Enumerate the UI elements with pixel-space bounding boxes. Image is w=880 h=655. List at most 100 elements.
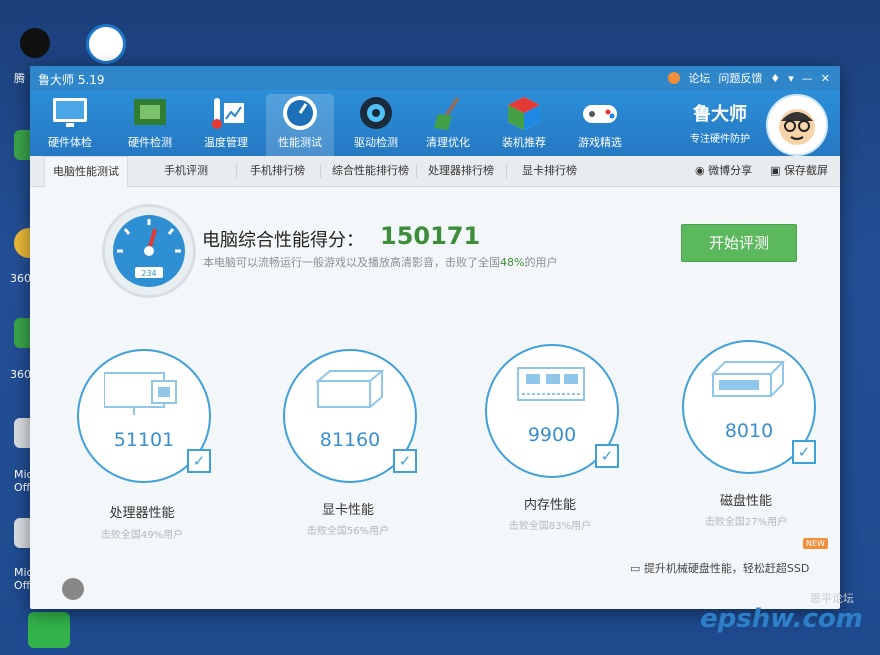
- tool-label: 性能测试: [278, 136, 322, 149]
- hdd-icon: ▭: [630, 562, 644, 575]
- save-screenshot-label: 保存截屏: [784, 164, 828, 177]
- checkmark-icon: ✓: [792, 440, 816, 464]
- tool-label: 清理优化: [426, 136, 470, 149]
- gauge-icon: 234: [113, 215, 185, 287]
- score-sub-suffix: 的用户: [524, 256, 558, 269]
- monitor-icon: [50, 94, 90, 132]
- tool-label: 驱动检测: [354, 136, 398, 149]
- qq-desktop-icon[interactable]: [20, 28, 50, 58]
- ssd-promo-link[interactable]: ▭ 提升机械硬盘性能，轻松赶超SSD: [630, 560, 809, 576]
- main-toolbar: 硬件体检 硬件检测 温度管理 性能测试 驱动检测 清理优化 装机推荐 游戏精选 …: [30, 90, 840, 156]
- share-area: ◉ 微博分享 ▣ 保存截屏: [695, 162, 828, 178]
- tool-games[interactable]: 游戏精选: [566, 94, 634, 156]
- disk-icon: [710, 361, 786, 397]
- tool-label: 温度管理: [204, 136, 248, 149]
- title-bar: 鲁大师 5.19 论坛 问题反馈 ♦ ▾ — ✕: [30, 66, 840, 90]
- watermark-small: 恩平论坛: [810, 592, 854, 605]
- tab-overall-rank[interactable]: 综合性能排行榜: [324, 162, 417, 178]
- memory-score: 9900: [527, 424, 577, 446]
- memory-icon: [517, 367, 585, 401]
- checkmark-icon: ✓: [393, 449, 417, 473]
- circuit-board-icon: [130, 94, 170, 132]
- score-value: 150171: [380, 222, 481, 250]
- tab-separator: [320, 164, 321, 178]
- disk-sub: 击败全国27%用户: [704, 517, 788, 528]
- checkmark-icon: ✓: [187, 449, 211, 473]
- broom-icon: [428, 94, 468, 132]
- desktop-label: 腾: [14, 72, 25, 85]
- disk-score: 8010: [724, 420, 774, 442]
- tool-performance[interactable]: 性能测试: [266, 94, 334, 156]
- tool-hardware-detect[interactable]: 硬件检测: [116, 94, 184, 156]
- graphics-card[interactable]: 81160 ✓: [283, 349, 417, 483]
- speedometer-icon: [280, 94, 320, 132]
- tab-separator: [416, 164, 417, 178]
- brand-name: 鲁大师: [693, 104, 747, 125]
- tool-label: 硬件检测: [128, 136, 172, 149]
- tab-separator: [506, 164, 507, 178]
- memory-sub: 击败全国83%用户: [508, 521, 592, 532]
- graphics-label: 显卡性能: [321, 503, 374, 518]
- graphics-icon: [315, 370, 385, 408]
- weibo-share[interactable]: ◉ 微博分享: [695, 162, 752, 178]
- ssd-promo-text: 提升机械硬盘性能，轻松赶超SSD: [643, 562, 810, 575]
- tab-phone-review[interactable]: 手机评测: [156, 162, 216, 178]
- score-sub-prefix: 本电脑可以流畅运行一般游戏以及播放高清影音，击败了全国: [203, 256, 500, 269]
- memory-label: 内存性能: [523, 498, 576, 513]
- tool-cleanup[interactable]: 清理优化: [414, 94, 482, 156]
- forum-icon[interactable]: [668, 72, 681, 84]
- skin-icon[interactable]: ♦: [770, 72, 780, 85]
- settings-round-icon[interactable]: [62, 578, 84, 600]
- disk-label: 磁盘性能: [719, 494, 772, 509]
- gear-icon: [356, 94, 396, 132]
- tool-label: 游戏精选: [578, 136, 622, 149]
- minimize-icon[interactable]: —: [802, 72, 813, 85]
- start-test-button[interactable]: 开始评测: [681, 224, 797, 262]
- processor-label: 处理器性能: [109, 506, 175, 521]
- mascot-face-icon: [779, 109, 815, 145]
- tab-cpu-rank[interactable]: 处理器排行榜: [420, 162, 502, 178]
- iqiyi-desktop-icon[interactable]: [28, 612, 70, 648]
- watermark: epshw.com: [700, 604, 863, 634]
- menu-icon[interactable]: ▾: [788, 72, 794, 85]
- ludashi-window: 鲁大师 5.19 论坛 问题反馈 ♦ ▾ — ✕ 硬件体检 硬件检测 温度管理 …: [30, 66, 840, 609]
- new-badge: NEW: [803, 538, 828, 549]
- memory-card[interactable]: 9900 ✓: [485, 344, 619, 478]
- score-description: 本电脑可以流畅运行一般游戏以及播放高清影音，击败了全国48%的用户: [203, 254, 557, 270]
- window-title: 鲁大师 5.19: [38, 73, 105, 87]
- score-title: 电脑综合性能得分：: [202, 230, 364, 251]
- mascot-avatar: [766, 94, 828, 156]
- gauge-readout: 234: [141, 269, 156, 278]
- tool-label: 装机推荐: [502, 136, 546, 149]
- save-screenshot[interactable]: ▣ 保存截屏: [770, 162, 828, 178]
- score-sub-pct: 48%: [500, 256, 525, 269]
- tool-temperature[interactable]: 温度管理: [192, 94, 260, 156]
- weibo-share-label: 微博分享: [708, 164, 753, 177]
- close-icon[interactable]: ✕: [821, 72, 830, 85]
- tab-phone-rank[interactable]: 手机排行榜: [242, 162, 313, 178]
- disk-card[interactable]: 8010 ✓: [682, 340, 816, 474]
- processor-score: 51101: [113, 429, 175, 451]
- processor-card[interactable]: 51101 ✓: [77, 349, 211, 483]
- feedback-link[interactable]: 问题反馈: [718, 70, 762, 86]
- brand-slogan: 专注硬件防护: [690, 134, 750, 145]
- processor-icon: [104, 372, 177, 415]
- brand: 鲁大师 专注硬件防护: [690, 100, 750, 145]
- gamepad-icon: [580, 94, 620, 132]
- processor-sub: 击败全国49%用户: [100, 530, 184, 541]
- forum-link[interactable]: 论坛: [688, 70, 710, 86]
- browser-desktop-icon[interactable]: [86, 24, 126, 64]
- tool-hardware-check[interactable]: 硬件体检: [36, 94, 104, 156]
- camera-icon: ▣: [770, 164, 784, 177]
- checkmark-icon: ✓: [595, 444, 619, 468]
- score-gauge: 234: [102, 204, 196, 298]
- weibo-icon: ◉: [695, 164, 709, 177]
- tool-build-recommend[interactable]: 装机推荐: [490, 94, 558, 156]
- tool-driver[interactable]: 驱动检测: [342, 94, 410, 156]
- tab-gpu-rank[interactable]: 显卡排行榜: [514, 162, 585, 178]
- cube-icon: [504, 94, 544, 132]
- tool-label: 硬件体检: [48, 136, 92, 149]
- graphics-sub: 击败全国56%用户: [306, 526, 390, 537]
- tab-pc-test[interactable]: 电脑性能测试: [44, 156, 128, 187]
- sub-tabs: 电脑性能测试 手机评测 手机排行榜 综合性能排行榜 处理器排行榜 显卡排行榜 ◉…: [30, 156, 840, 187]
